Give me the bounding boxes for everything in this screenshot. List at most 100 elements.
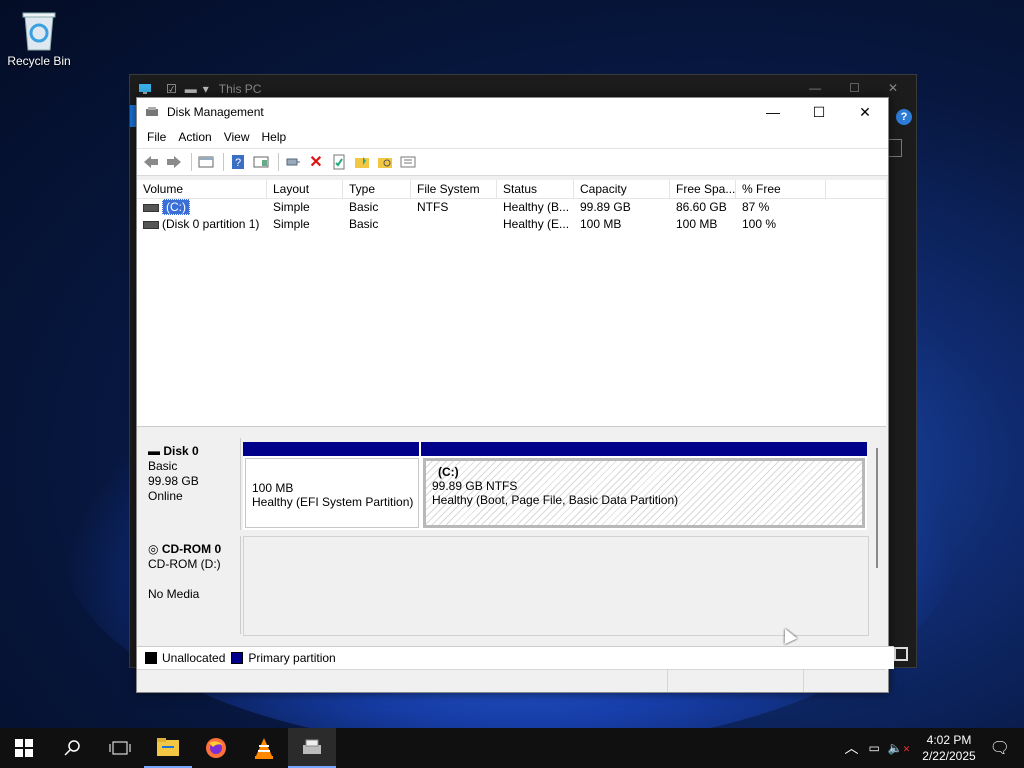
taskbar-firefox[interactable] bbox=[192, 728, 240, 768]
cdrom-state: No Media bbox=[148, 587, 200, 601]
taskbar-file-explorer[interactable] bbox=[144, 728, 192, 768]
disk-management-app-icon bbox=[303, 739, 321, 754]
show-hidden-icons-chevron-icon[interactable]: ︿ bbox=[844, 738, 858, 758]
cdrom-icon: ◎ bbox=[148, 542, 162, 556]
monitor-icon bbox=[139, 84, 151, 94]
primary-swatch bbox=[231, 652, 244, 664]
cell-pct: 87 % bbox=[742, 200, 770, 214]
toolbar: ? ✕ bbox=[137, 148, 888, 176]
toolbar-separator bbox=[278, 153, 279, 171]
help-book-icon[interactable]: ? bbox=[228, 152, 248, 172]
chevron-down-icon: ▾ bbox=[202, 82, 209, 96]
col-volume[interactable]: Volume bbox=[137, 180, 267, 198]
partition-bar bbox=[421, 442, 867, 456]
c-partition[interactable]: (C:) 99.89 GB NTFS Healthy (Boot, Page F… bbox=[423, 458, 865, 528]
vertical-scrollbar[interactable] bbox=[876, 448, 878, 568]
dm-titlebar[interactable]: Disk Management — ☐ ✕ bbox=[137, 98, 888, 126]
volume-icon bbox=[143, 220, 159, 229]
efi-partition[interactable]: 100 MB Healthy (EFI System Partition) bbox=[245, 458, 419, 528]
clock-time: 4:02 PM bbox=[926, 733, 972, 747]
volume-muted-icon[interactable]: 🔈✕ bbox=[888, 741, 911, 755]
disk-management-app-icon bbox=[146, 107, 158, 116]
disk-graphical-view[interactable]: ▬ Disk 0 Basic 99.98 GB Online 100 MB He… bbox=[137, 430, 886, 646]
cell-status: Healthy (E... bbox=[503, 217, 570, 231]
recycle-bin-icon bbox=[21, 10, 57, 52]
cell-layout: Simple bbox=[273, 217, 310, 231]
cell-type: Basic bbox=[349, 200, 379, 214]
taskbar-vlc[interactable] bbox=[240, 728, 288, 768]
clock[interactable]: 4:02 PM 2/22/2025 bbox=[922, 732, 975, 764]
menu-help[interactable]: Help bbox=[256, 130, 293, 144]
back-arrow-icon[interactable] bbox=[141, 152, 161, 172]
explorer-window-controls: — ☐ ✕ bbox=[809, 81, 898, 95]
start-button[interactable] bbox=[0, 728, 48, 768]
close-icon[interactable]: ✕ bbox=[888, 81, 898, 95]
c-partition-status: Healthy (Boot, Page File, Basic Data Par… bbox=[432, 493, 679, 507]
cell-capacity: 99.89 GB bbox=[580, 200, 631, 214]
delete-icon[interactable]: ✕ bbox=[306, 152, 326, 172]
disk0-size: 99.98 GB bbox=[148, 474, 199, 488]
legend: Unallocated Primary partition bbox=[137, 646, 894, 669]
cell-layout: Simple bbox=[273, 200, 310, 214]
col-pct-free[interactable]: % Free bbox=[736, 180, 826, 198]
toolbar-separator bbox=[223, 153, 224, 171]
task-view-icon bbox=[109, 741, 131, 755]
col-file-system[interactable]: File System bbox=[411, 180, 497, 198]
menu-action[interactable]: Action bbox=[172, 130, 217, 144]
col-layout[interactable]: Layout bbox=[267, 180, 343, 198]
menu-view[interactable]: View bbox=[218, 130, 256, 144]
svg-text:?: ? bbox=[235, 157, 241, 169]
cell-type: Basic bbox=[349, 217, 379, 231]
show-hide-console-tree-icon[interactable] bbox=[196, 152, 216, 172]
cdrom-label[interactable]: ◎ CD-ROM 0 CD-ROM (D:) No Media bbox=[139, 536, 241, 634]
menu-bar: File Action View Help bbox=[137, 126, 888, 148]
toolbar-separator bbox=[191, 153, 192, 171]
minimize-icon[interactable]: — bbox=[809, 81, 821, 95]
menu-file[interactable]: File bbox=[141, 130, 172, 144]
maximize-button[interactable]: ☐ bbox=[796, 98, 842, 126]
show-action-pane-icon[interactable] bbox=[251, 152, 271, 172]
properties-icon[interactable] bbox=[329, 152, 349, 172]
network-icon[interactable]: ▭ bbox=[868, 741, 879, 755]
legend-primary: Primary partition bbox=[248, 651, 336, 665]
view-toggle-icon[interactable] bbox=[894, 647, 908, 661]
settings-list-icon[interactable] bbox=[398, 152, 418, 172]
help-icon[interactable]: ? bbox=[896, 109, 912, 125]
task-view-button[interactable] bbox=[96, 728, 144, 768]
cdrom-name: CD-ROM 0 bbox=[161, 542, 222, 556]
explorer-search-edge bbox=[889, 139, 902, 157]
cell-capacity: 100 MB bbox=[580, 217, 622, 231]
col-type[interactable]: Type bbox=[343, 180, 411, 198]
connect-icon[interactable] bbox=[283, 152, 303, 172]
disk0-label[interactable]: ▬ Disk 0 Basic 99.98 GB Online bbox=[139, 438, 241, 530]
forward-arrow-icon[interactable] bbox=[164, 152, 184, 172]
notification-center-icon[interactable]: 🗨 bbox=[990, 738, 1010, 758]
table-row[interactable]: (C:) Simple Basic NTFS Healthy (B... 99.… bbox=[137, 199, 886, 216]
recycle-bin-shortcut[interactable]: Recycle Bin bbox=[4, 6, 74, 68]
col-free-space[interactable]: Free Spa... bbox=[670, 180, 736, 198]
col-status[interactable]: Status bbox=[497, 180, 574, 198]
cell-status: Healthy (B... bbox=[503, 200, 570, 214]
cdrom-area bbox=[243, 536, 869, 636]
col-capacity[interactable]: Capacity bbox=[574, 180, 670, 198]
volume-icon bbox=[143, 203, 159, 212]
disk-management-window[interactable]: Disk Management — ☐ ✕ File Action View H… bbox=[136, 97, 894, 693]
minimize-button[interactable]: — bbox=[750, 98, 796, 126]
c-partition-size: 99.89 GB NTFS bbox=[432, 479, 518, 493]
search-button[interactable] bbox=[48, 728, 96, 768]
disk0-partitions: 100 MB Healthy (EFI System Partition) (C… bbox=[243, 442, 867, 530]
taskbar-disk-management[interactable] bbox=[288, 728, 336, 768]
cell-free: 86.60 GB bbox=[676, 200, 727, 214]
partition-bar bbox=[243, 442, 419, 456]
open-folder-icon[interactable] bbox=[352, 152, 372, 172]
maximize-icon[interactable]: ☐ bbox=[849, 81, 860, 95]
volume-name: (C:) bbox=[162, 199, 190, 215]
table-row[interactable]: (Disk 0 partition 1) Simple Basic Health… bbox=[137, 216, 886, 233]
explore-folder-icon[interactable] bbox=[375, 152, 395, 172]
efi-status: Healthy (EFI System Partition) bbox=[252, 495, 414, 509]
close-button[interactable]: ✕ bbox=[842, 98, 888, 126]
volume-list[interactable]: Volume Layout Type File System Status Ca… bbox=[137, 180, 886, 427]
efi-size: 100 MB bbox=[252, 481, 294, 495]
dm-title: Disk Management bbox=[167, 105, 264, 119]
volume-name: (Disk 0 partition 1) bbox=[162, 217, 260, 231]
